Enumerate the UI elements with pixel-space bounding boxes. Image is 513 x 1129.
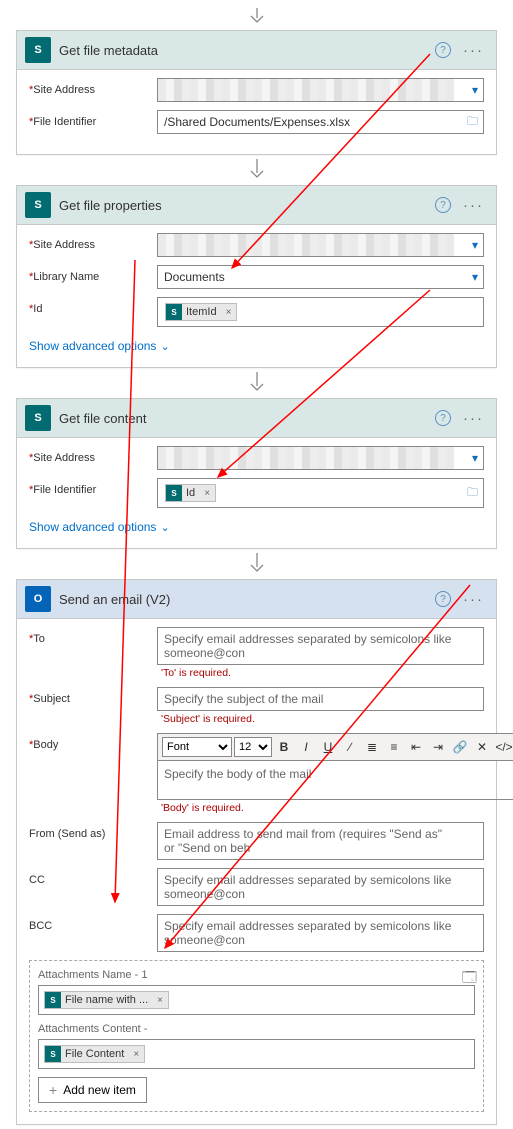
validation-error: 'Body' is required. — [161, 802, 513, 814]
sharepoint-icon: S — [25, 37, 51, 63]
id-input[interactable]: SItemId× — [157, 297, 484, 327]
flow-connector — [4, 4, 509, 30]
font-select[interactable]: Font — [162, 737, 232, 757]
action-card-send-email: O Send an email (V2) ? ··· *To Specify e… — [16, 579, 497, 1125]
field-label-library: *Library Name — [29, 265, 149, 283]
validation-error: 'To' is required. — [161, 667, 484, 679]
site-address-input[interactable] — [157, 78, 484, 102]
attachments-section: 🗔 Attachments Name - 1 SFile name with .… — [29, 960, 484, 1112]
dynamic-token-itemid[interactable]: SItemId× — [165, 303, 237, 321]
card-title: Send an email (V2) — [59, 592, 427, 607]
show-advanced-link[interactable]: Show advanced options⌄ — [29, 516, 170, 536]
flow-connector — [4, 368, 509, 398]
card-header[interactable]: O Send an email (V2) ? ··· — [17, 580, 496, 619]
card-header[interactable]: S Get file metadata ? ··· — [17, 31, 496, 70]
site-address-input[interactable] — [157, 233, 484, 257]
chevron-down-icon: ⌄ — [160, 521, 169, 534]
help-icon[interactable]: ? — [435, 410, 451, 426]
link-icon[interactable]: 🔗 — [450, 737, 470, 757]
email-subject-input[interactable]: Specify the subject of the mail — [157, 687, 484, 711]
action-card-get-file-content: S Get file content ? ··· *Site Address ▾… — [16, 398, 497, 549]
sharepoint-icon: S — [25, 405, 51, 431]
card-header[interactable]: S Get file content ? ··· — [17, 399, 496, 438]
field-label-to: *To — [29, 627, 149, 645]
sharepoint-icon: S — [25, 192, 51, 218]
flow-connector — [4, 155, 509, 185]
dynamic-token-filecontent[interactable]: SFile Content× — [44, 1045, 145, 1063]
action-card-get-file-metadata: S Get file metadata ? ··· *Site Address … — [16, 30, 497, 155]
more-icon[interactable]: ··· — [459, 43, 488, 58]
action-card-get-file-properties: S Get file properties ? ··· *Site Addres… — [16, 185, 497, 368]
card-title: Get file properties — [59, 198, 427, 213]
field-label-file-id: *File Identifier — [29, 110, 149, 128]
rich-text-toolbar: Font 12 B I U ∕ ≣ ≡ ⇤ ⇥ 🔗 ✕ </> — [157, 733, 513, 760]
more-icon[interactable]: ··· — [459, 592, 488, 607]
field-label-subject: *Subject — [29, 687, 149, 705]
strike-icon[interactable]: ∕ — [340, 737, 360, 757]
chevron-down-icon: ⌄ — [160, 340, 169, 353]
remove-token-icon[interactable]: × — [199, 486, 215, 501]
switch-view-icon[interactable]: 🗔 — [462, 967, 477, 991]
card-title: Get file content — [59, 411, 427, 426]
clear-icon[interactable]: ✕ — [472, 737, 492, 757]
numbered-list-icon[interactable]: ≡ — [384, 737, 404, 757]
file-identifier-input[interactable]: SId× — [157, 478, 484, 508]
email-body-input[interactable]: Specify the body of the mail — [157, 760, 513, 800]
folder-icon[interactable]: 🗀 — [467, 113, 478, 132]
field-label-bcc: BCC — [29, 914, 149, 932]
folder-icon[interactable]: 🗀 — [467, 484, 478, 503]
email-cc-input[interactable]: Specify email addresses separated by sem… — [157, 868, 484, 906]
flow-connector — [4, 549, 509, 579]
code-view-icon[interactable]: </> — [494, 737, 513, 757]
show-advanced-link[interactable]: Show advanced options⌄ — [29, 335, 170, 355]
remove-token-icon[interactable]: × — [221, 305, 237, 320]
remove-token-icon[interactable]: × — [152, 993, 168, 1008]
outlook-icon: O — [25, 586, 51, 612]
email-from-input[interactable]: Email address to send mail from (require… — [157, 822, 484, 860]
help-icon[interactable]: ? — [435, 197, 451, 213]
field-label-site: *Site Address — [29, 446, 149, 464]
field-label-site: *Site Address — [29, 233, 149, 251]
field-label-cc: CC — [29, 868, 149, 886]
more-icon[interactable]: ··· — [459, 198, 488, 213]
plus-icon: + — [49, 1083, 57, 1097]
remove-token-icon[interactable]: × — [128, 1047, 144, 1062]
italic-icon[interactable]: I — [296, 737, 316, 757]
field-label-body: *Body — [29, 733, 149, 751]
validation-error: 'Subject' is required. — [161, 713, 484, 725]
indent-icon[interactable]: ⇥ — [428, 737, 448, 757]
more-icon[interactable]: ··· — [459, 411, 488, 426]
email-bcc-input[interactable]: Specify email addresses separated by sem… — [157, 914, 484, 952]
font-size-select[interactable]: 12 — [234, 737, 272, 757]
field-label-file-id: *File Identifier — [29, 478, 149, 496]
card-title: Get file metadata — [59, 43, 427, 58]
help-icon[interactable]: ? — [435, 591, 451, 607]
site-address-input[interactable] — [157, 446, 484, 470]
help-icon[interactable]: ? — [435, 42, 451, 58]
card-header[interactable]: S Get file properties ? ··· — [17, 186, 496, 225]
attach-content-label: Attachments Content - — [38, 1023, 475, 1035]
add-new-item-button[interactable]: + Add new item — [38, 1077, 147, 1103]
bullet-list-icon[interactable]: ≣ — [362, 737, 382, 757]
file-identifier-input[interactable]: /Shared Documents/Expenses.xlsx — [157, 110, 484, 134]
attach-name-label: Attachments Name - 1 — [38, 969, 475, 981]
underline-icon[interactable]: U — [318, 737, 338, 757]
attach-name-input[interactable]: SFile name with ...× — [38, 985, 475, 1015]
field-label-from: From (Send as) — [29, 822, 149, 840]
field-label-site: *Site Address — [29, 78, 149, 96]
outdent-icon[interactable]: ⇤ — [406, 737, 426, 757]
field-label-id: *Id — [29, 297, 149, 315]
attach-content-input[interactable]: SFile Content× — [38, 1039, 475, 1069]
dynamic-token-filename[interactable]: SFile name with ...× — [44, 991, 169, 1009]
library-name-input[interactable]: Documents — [157, 265, 484, 289]
email-to-input[interactable]: Specify email addresses separated by sem… — [157, 627, 484, 665]
dynamic-token-id[interactable]: SId× — [165, 484, 216, 502]
bold-icon[interactable]: B — [274, 737, 294, 757]
